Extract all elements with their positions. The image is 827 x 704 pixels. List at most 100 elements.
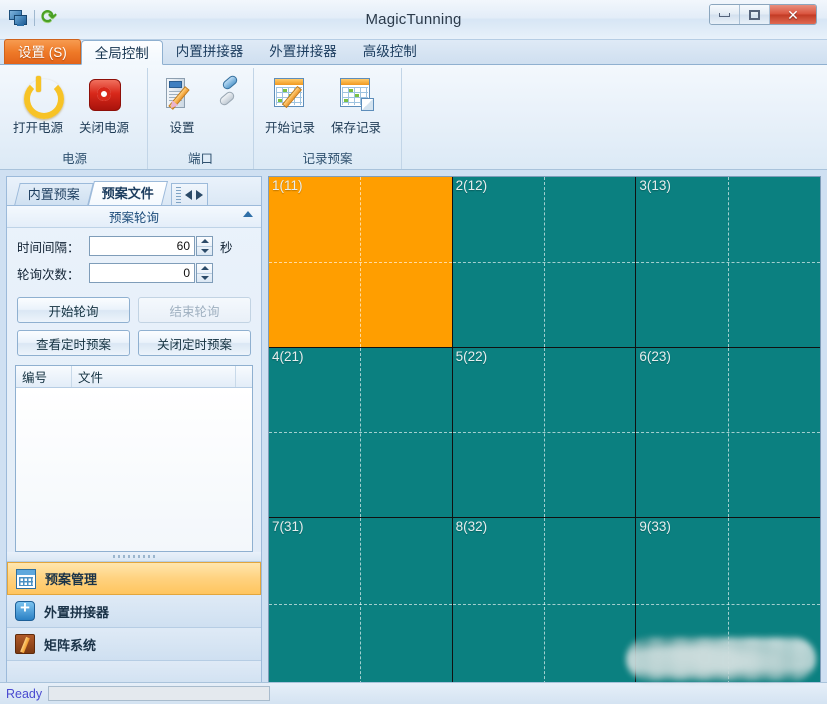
preset-polling-header: 预案轮询: [7, 206, 261, 228]
sidebar-item-preset-management-label: 预案管理: [45, 572, 98, 587]
video-wall-panel[interactable]: 1(11) 2(12) 3(13) 4(21) 5(22) 6(23) 7(31…: [268, 176, 821, 690]
tab-grip[interactable]: [176, 186, 182, 203]
stop-polling-button[interactable]: 结束轮询: [138, 297, 251, 323]
tab-preset-file-label: 预案文件: [101, 186, 154, 201]
count-input[interactable]: [89, 263, 195, 283]
tab-preset-file[interactable]: 预案文件: [88, 181, 169, 205]
status-bar: Ready: [0, 682, 827, 704]
interval-spin-down[interactable]: [197, 247, 212, 256]
tab-advanced-control[interactable]: 高级控制: [350, 39, 430, 64]
interval-spin-up[interactable]: [197, 237, 212, 247]
sidebar-item-matrix-system[interactable]: 矩阵系统: [7, 628, 261, 661]
sidebar-item-matrix-system-label: 矩阵系统: [44, 637, 97, 653]
tab-internal-splicer[interactable]: 内置拼接器: [163, 39, 257, 64]
main-content: 内置预案 预案文件 预案轮询 时间间隔： 60 秒 轮询次数： 0 开始轮询 结…: [0, 170, 827, 690]
wall-cell-label: 7(31): [272, 519, 304, 535]
tab-global-control[interactable]: 全局控制: [80, 40, 163, 65]
interval-input[interactable]: [89, 236, 195, 256]
wall-cell-label: 4(21): [272, 348, 304, 364]
wall-cell[interactable]: 5(22): [452, 347, 637, 519]
tab-builtin-preset[interactable]: 内置预案: [14, 183, 94, 205]
column-header-file[interactable]: 文件: [72, 366, 236, 387]
panel-splitter[interactable]: [7, 552, 261, 561]
close-scheduled-preset-button[interactable]: 关闭定时预案: [138, 330, 251, 356]
module-nav-list: 预案管理 外置拼接器 矩阵系统: [7, 561, 261, 689]
preset-file-list[interactable]: 编号 文件: [15, 365, 253, 552]
minimize-button[interactable]: [710, 5, 740, 24]
chevron-down-small-icon: [200, 248, 209, 253]
record-start-button[interactable]: 开始记录: [257, 73, 323, 136]
ribbon-panel: 打开电源 关闭电源 电源 设置 端口 开始记录 保存记录 记录预案: [0, 65, 827, 170]
chevron-up-icon[interactable]: [243, 211, 253, 217]
maximize-button[interactable]: [740, 5, 770, 24]
interval-spin-buttons[interactable]: [196, 236, 213, 256]
sidebar-item-external-splicer[interactable]: 外置拼接器: [7, 595, 261, 628]
power-on-button[interactable]: 打开电源: [5, 73, 71, 136]
settings-icon: [163, 75, 201, 113]
port-settings-button[interactable]: 设置: [151, 73, 213, 136]
power-off-label: 关闭电源: [78, 121, 129, 135]
column-header-filler: [236, 366, 252, 387]
ribbon-group-record: 开始记录 保存记录 记录预案: [254, 68, 402, 169]
interval-row: 时间间隔： 秒: [17, 236, 251, 256]
record-save-icon: [337, 75, 375, 113]
plus-box-icon: [15, 598, 35, 621]
sidebar-item-preset-management[interactable]: 预案管理: [7, 562, 261, 595]
ribbon-group-port: 设置 端口: [148, 68, 254, 169]
port-settings-label: 设置: [169, 121, 195, 135]
maximize-icon: [749, 9, 760, 20]
tab-next-icon[interactable]: [196, 189, 204, 200]
power-off-button[interactable]: 关闭电源: [71, 73, 137, 136]
list-body[interactable]: [16, 388, 252, 551]
ribbon-group-port-label: 端口: [187, 152, 213, 166]
chevron-up-small-icon: [200, 239, 209, 244]
count-spin-down[interactable]: [197, 274, 212, 283]
port-plug-button[interactable]: [213, 73, 249, 117]
obscured-watermark: [626, 637, 816, 681]
count-label: 轮询次数：: [17, 267, 80, 282]
ribbon-tab-strip: 设置 (S) 全局控制 内置拼接器 外置拼接器 高级控制: [0, 39, 827, 65]
ribbon-filler: [402, 68, 825, 169]
wall-cell[interactable]: 2(12): [452, 177, 637, 348]
power-on-icon: [19, 75, 64, 119]
start-polling-button[interactable]: 开始轮询: [17, 297, 130, 323]
tab-scroll-controls: [171, 183, 209, 205]
count-spin-up[interactable]: [197, 264, 212, 274]
ribbon-group-record-items: 开始记录 保存记录: [257, 68, 398, 150]
interval-stepper[interactable]: [89, 236, 213, 256]
close-icon: ✕: [787, 6, 799, 23]
tab-settings[interactable]: 设置 (S): [4, 39, 81, 64]
calendar-icon: [16, 568, 36, 589]
wall-cell-label: 8(32): [455, 519, 488, 535]
close-button[interactable]: ✕: [770, 5, 816, 24]
application-window: ⟳ MagicTunning ✕ 设置 (S) 全局控制 内置拼接器 外置拼接器…: [0, 0, 827, 704]
record-save-button[interactable]: 保存记录: [323, 73, 389, 136]
wall-cell[interactable]: 8(32): [452, 518, 637, 689]
wall-cell-label: 9(33): [639, 519, 671, 535]
wall-cell[interactable]: 7(31): [269, 518, 453, 689]
wall-cell[interactable]: 6(23): [636, 347, 820, 519]
ribbon-group-record-label: 记录预案: [302, 152, 353, 166]
left-panel: 内置预案 预案文件 预案轮询 时间间隔： 60 秒 轮询次数： 0 开始轮询 结…: [6, 176, 262, 690]
tab-prev-icon[interactable]: [185, 189, 193, 200]
ribbon-group-port-items: 设置: [151, 68, 250, 150]
view-scheduled-preset-button[interactable]: 查看定时预案: [17, 330, 130, 356]
tab-builtin-preset-label: 内置预案: [27, 187, 80, 202]
column-header-no[interactable]: 编号: [16, 366, 72, 387]
status-text: Ready: [6, 686, 43, 701]
chevron-down-small-icon: [200, 275, 209, 280]
count-spin-buttons[interactable]: [196, 263, 213, 283]
count-row: 轮询次数：: [17, 263, 251, 283]
count-stepper[interactable]: [89, 263, 213, 283]
chevron-up-small-icon: [200, 266, 209, 271]
polling-button-row-1: 开始轮询 结束轮询: [7, 294, 261, 323]
ribbon-group-power-label: 电源: [61, 152, 87, 166]
preset-tab-strip: 内置预案 预案文件: [7, 177, 261, 205]
ribbon-group-power: 打开电源 关闭电源 电源: [2, 68, 148, 169]
wall-cell[interactable]: 4(21): [269, 347, 453, 519]
wall-cell[interactable]: 1(11): [269, 177, 453, 348]
wall-cell[interactable]: 3(13): [636, 177, 820, 348]
power-on-label: 打开电源: [12, 121, 63, 135]
tab-external-splicer[interactable]: 外置拼接器: [256, 39, 350, 64]
wall-cell-label: 6(23): [639, 348, 671, 364]
